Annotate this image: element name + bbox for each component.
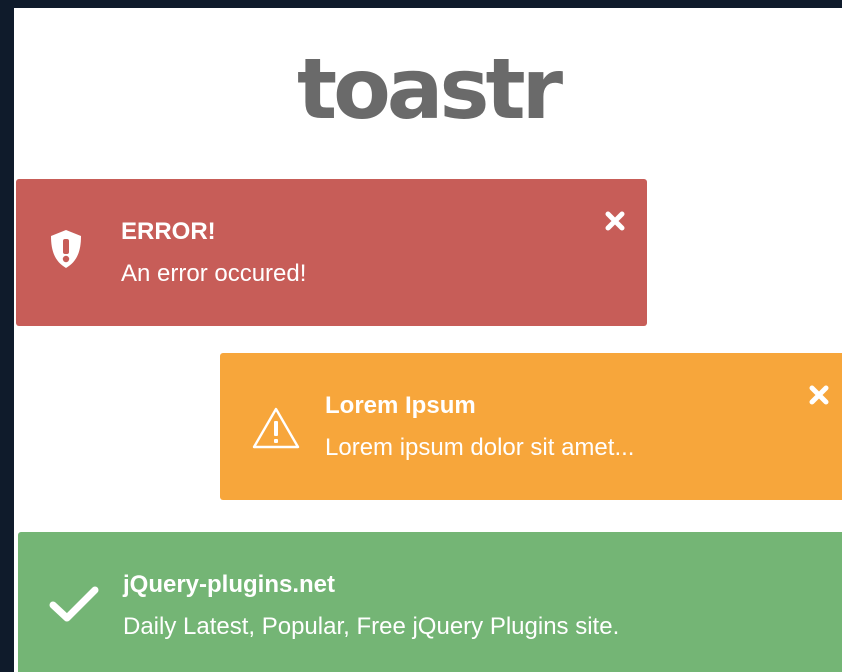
success-toast-title: jQuery-plugins.net: [123, 571, 336, 598]
error-toast-message: An error occured!: [121, 260, 307, 287]
error-toast-close-icon[interactable]: [603, 209, 627, 233]
shield-exclamation-icon: [51, 230, 81, 268]
error-toast-title: ERROR!: [121, 218, 216, 245]
warning-toast-title: Lorem Ipsum: [325, 392, 476, 419]
success-toast[interactable]: jQuery-plugins.net Daily Latest, Popular…: [18, 532, 842, 672]
warning-toast[interactable]: Lorem Ipsum Lorem ipsum dolor sit amet..…: [220, 353, 842, 500]
success-toast-message: Daily Latest, Popular, Free jQuery Plugi…: [123, 613, 620, 640]
warning-triangle-icon: [252, 407, 300, 449]
checkmark-icon: [49, 586, 99, 622]
toastr-logo: toastr: [296, 40, 563, 138]
error-toast[interactable]: ERROR! An error occured!: [16, 179, 647, 326]
warning-toast-close-icon[interactable]: [807, 383, 831, 407]
warning-toast-message: Lorem ipsum dolor sit amet...: [325, 434, 635, 461]
